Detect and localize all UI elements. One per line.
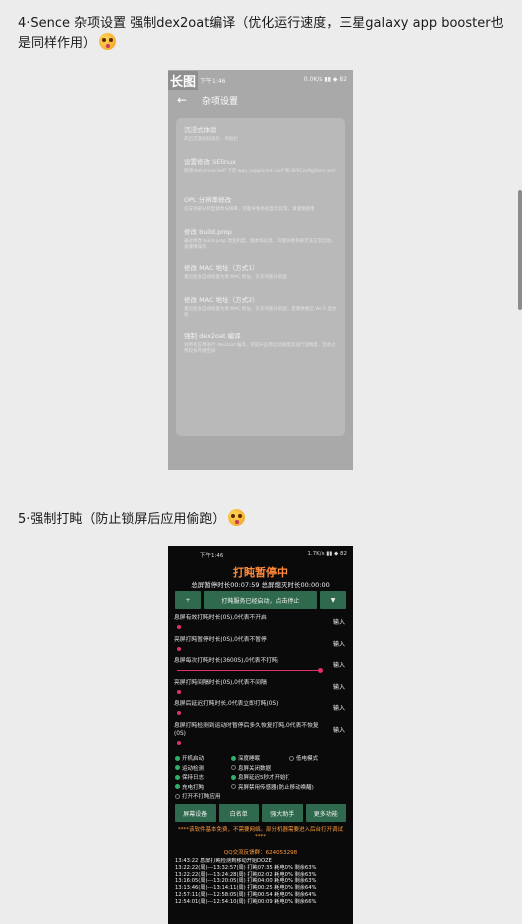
caption-text-1: 4·Sence 杂项设置 强制dex2oat编译（优化运行速度，三星galaxy… [18,16,504,51]
setting-item[interactable]: 设置修改 SElinux 修改/data/misc/wifi 下的 wpa_sup… [184,158,339,175]
bottom-button-row: 屏幕设备 白名单 强大助手 更多功能 [175,804,346,822]
input-button[interactable]: 输入 [333,660,345,669]
qq-group-text: QQ交流反馈群：624053298 [223,850,298,856]
setting-row: 亮屏打盹暂停时长(0S),0代表不暂停 输入 [174,636,347,651]
caption-text-2: 5·强制打盹（防止锁屏后应用偷跑） [18,512,226,527]
back-arrow-icon[interactable]: ← [177,93,187,107]
status-time: 下午1:46 [200,78,226,85]
more-features-button[interactable]: 更多功能 [305,804,346,822]
setting-item[interactable]: 修改 MAC 地址（方式1） 重启后会自动恢复为原 MAC 地址，仅支持部分机型 [184,264,339,281]
log-line: 12:54:01(周)---12:54:10(周) 打盹00:09 耗电0% 剩… [175,898,317,905]
status-time: 下午1:46 [200,553,224,559]
service-toggle-button[interactable]: 打盹服务已经启动，点击停止 [204,591,317,609]
doze-log: 13:43:22 息屏打盹检测到移动开始DOZE 13:22:22(周)---1… [175,858,351,906]
log-line: 13:22:22(周)---13:32:57(周) 打盹07:35 耗电0% 剩… [175,864,317,871]
input-button[interactable]: 输入 [333,703,345,712]
input-button[interactable]: 输入 [333,725,345,734]
slider-handle[interactable] [177,711,181,715]
option-checkbox[interactable]: 亮屏禁用传感器(防止移动唤醒) [231,783,349,791]
setting-item-dex2oat[interactable]: 强制 dex2oat 编译 对所有应用进行 dex2oat 编译，可提升应用启动速… [184,332,339,355]
setting-row: 息屏后延迟打盹时长,0代表立即打盹(0S) 输入 [174,700,347,715]
option-checkbox[interactable]: 深度睡眠 [231,754,289,762]
long-screenshot-stamp: 长图 [168,71,199,90]
option-checkbox[interactable]: 息屏延迟5秒才开始打盹 [231,773,289,781]
input-button[interactable]: 输入 [333,639,345,648]
app-header: ← 杂项设置 [168,90,353,112]
setting-row: 息屏每次打盹时长(3600S),0代表不打盹 输入 [174,658,345,673]
input-button[interactable]: 输入 [333,617,345,626]
crazy-face-emoji-icon [228,509,246,526]
crazy-face-emoji-icon [99,33,117,50]
setting-item[interactable]: OPL 分辨率修改 仅支持部分机型修改分辨率，可能导致系统显示异常，请谨慎使用 [184,196,339,213]
doze-duration-summary: 总屏暂停时长00:07:59 总屏熄灭时长00:00:00 [191,581,330,589]
setting-item[interactable]: 沉浸式体验 开启沉浸式状态栏、导航栏 [184,126,339,143]
log-line: 13:13:46(周)---13:14:11(周) 打盹00:25 耗电0% 剩… [175,885,317,892]
caption-doze: 5·强制打盹（防止锁屏后应用偷跑） [18,509,508,529]
log-line: 12:57:11(周)---12:58:05(周) 打盹00:54 耗电0% 剩… [175,891,317,898]
slider-track-full[interactable] [177,668,323,673]
slider-handle[interactable] [177,647,181,651]
slider-handle[interactable] [177,625,181,629]
settings-screenshot: 下午1:46 0.0K/s ▮▮ ◆ 82 长图 ← 杂项设置 沉浸式体验 开启沉… [168,70,353,470]
notice-text: ****该软件基本免费，不需要网络。部分机器需要进入后台打开调试**** [177,827,343,840]
screen-device-button[interactable]: 屏幕设备 [175,804,216,822]
whitelist-button[interactable]: 白名单 [218,804,259,822]
caption-dex2oat: 4·Sence 杂项设置 强制dex2oat编译（优化运行速度，三星galaxy… [18,14,508,53]
setting-row: 亮屏打盹间隔时长(0S),0代表不间隔 输入 [174,679,347,694]
setting-row: 息屏打盹检测到运动时暂停后多久恢复打盹,0代表不恢复(0S) 输入 [174,722,347,745]
setting-item[interactable]: 修改 MAC 地址（方式2） 重启后会自动恢复为原 MAC 地址，仅支持部分机型，… [184,296,339,319]
status-indicators: 1.7K/s ▮▮ ◆ 82 [307,551,347,557]
input-button[interactable]: 输入 [333,682,345,691]
option-checkbox[interactable]: 充电打盹 [175,783,231,791]
setting-row: 息屏有效打盹时长(0S),0代表不开启 输入 [174,614,347,629]
status-indicators: 0.0K/s ▮▮ ◆ 82 [303,76,347,83]
log-line: 13:43:22 息屏打盹检测到移动开始DOZE [175,858,272,864]
slider-handle[interactable] [177,741,181,745]
option-checkbox[interactable]: 打开不打盹应用 [175,792,349,800]
doze-screenshot: 下午1:46 1.7K/s ▮▮ ◆ 82 打盹暂停中 总屏暂停时长00:07:… [168,546,353,924]
option-checkbox[interactable]: 息屏关闭数据 [231,764,289,772]
top-button-row: + 打盹服务已经启动，点击停止 ▼ [175,591,346,609]
settings-card: 沉浸式体验 开启沉浸式状态栏、导航栏 设置修改 SElinux 修改/data/mi… [176,118,345,436]
option-checkbox[interactable]: 低电模式 [289,754,349,762]
menu-dropdown-button[interactable]: ▼ [320,591,346,609]
doze-status-title: 打盹暂停中 [233,566,288,579]
slider-handle[interactable] [177,690,181,694]
status-bar: 下午1:46 1.7K/s ▮▮ ◆ 82 [168,550,353,560]
option-checkbox[interactable]: 开机启动 [175,754,231,762]
setting-item[interactable]: 修改 build.prop 通过修改 build.prop 改变机型、版本等信息，… [184,228,339,251]
add-button[interactable]: + [175,591,201,609]
option-checkbox[interactable]: 运动检测 [175,764,231,772]
page-title: 杂项设置 [202,97,239,107]
option-checkbox[interactable]: 保持日志 [175,773,231,781]
assistant-button[interactable]: 强大助手 [262,804,303,822]
page-scrollbar[interactable] [518,190,522,310]
options-checklist: 开机启动 深度睡眠 低电模式 运动检测 息屏关闭数据 保持日志 息屏延迟5秒才开… [175,754,349,800]
